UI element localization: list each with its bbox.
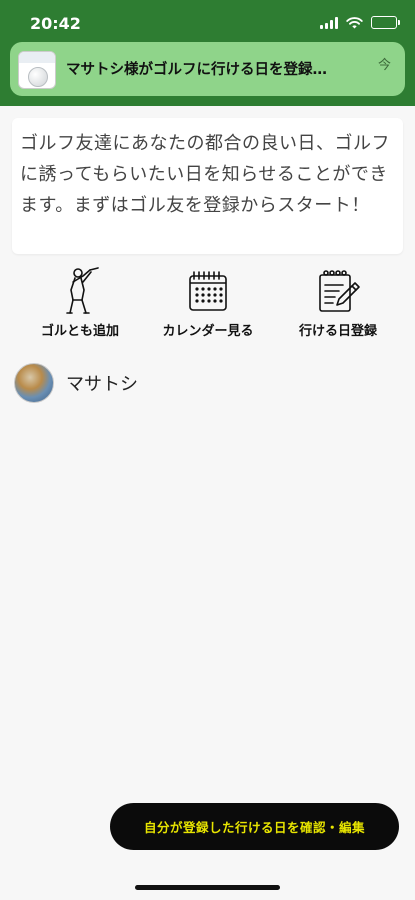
edit-my-days-button[interactable]: 自分が登録した行ける日を確認・編集 — [110, 803, 399, 850]
intro-text: ゴルフ友達にあなたの都合の良い日、ゴルフに誘ってもらいたい日を知らせることができ… — [20, 133, 390, 216]
friend-name: マサトシ — [66, 374, 138, 395]
notification-time: 今 — [377, 58, 391, 73]
battery-icon — [371, 16, 400, 29]
intro-card: ゴルフ友達にあなたの都合の良い日、ゴルフに誘ってもらいたい日を知らせることができ… — [12, 118, 403, 254]
status-time: 20:42 — [30, 14, 81, 33]
register-available-day-button[interactable]: 行ける日登録 — [278, 264, 398, 340]
view-calendar-label: カレンダー見る — [162, 324, 254, 339]
wifi-icon — [346, 16, 363, 28]
golfer-icon — [66, 267, 99, 314]
notification-title: マサトシ様がゴルフに行ける日を登録… — [66, 62, 327, 78]
edit-my-days-label: 自分が登録した行ける日を確認・編集 — [143, 820, 365, 835]
friend-list-item[interactable]: マサトシ — [14, 362, 138, 404]
view-calendar-button[interactable]: カレンダー見る — [148, 264, 268, 340]
app-header: 20:42 マサトシ様がゴルフに行ける日を登録… 今 — [0, 0, 415, 106]
calendar-icon — [189, 271, 227, 311]
home-indicator — [135, 885, 280, 890]
app-icon-golf-ball — [18, 51, 56, 89]
add-golf-friend-button[interactable]: ゴルとも追加 — [20, 264, 140, 340]
notification-banner[interactable]: マサトシ様がゴルフに行ける日を登録… 今 — [10, 42, 405, 96]
status-icons — [320, 16, 400, 29]
add-golf-friend-label: ゴルとも追加 — [40, 324, 119, 339]
register-available-day-label: 行ける日登録 — [298, 324, 377, 339]
status-bar: 20:42 — [0, 0, 415, 44]
avatar — [14, 363, 54, 403]
action-bar: ゴルとも追加 カレンダー見る 行ける日登録 — [0, 264, 415, 344]
notepad-pen-icon — [319, 270, 360, 312]
signal-icon — [320, 16, 338, 29]
